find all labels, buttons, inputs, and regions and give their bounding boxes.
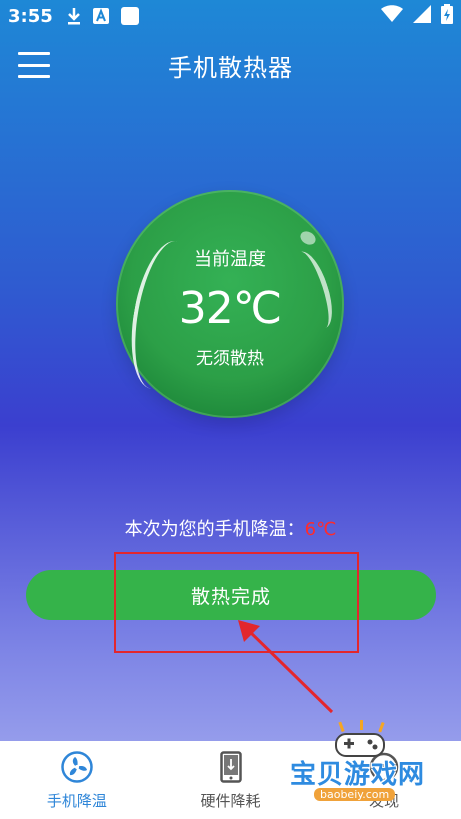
- page-title: 手机散热器: [168, 53, 293, 82]
- phone-icon: [219, 750, 242, 784]
- temperature-label: 当前温度: [194, 249, 266, 270]
- square-icon: [120, 7, 139, 25]
- cooling-message-text: 本次为您的手机降温：: [124, 519, 305, 540]
- temperature-status: 无须散热: [196, 349, 264, 369]
- download-icon: [67, 7, 81, 25]
- watermark-text: 宝贝游戏网: [290, 760, 426, 790]
- nav-item-phone-cooling[interactable]: 手机降温: [0, 741, 154, 819]
- signal-icon: [413, 4, 431, 28]
- status-bar: 3:55: [0, 0, 461, 32]
- temperature-ball: 当前温度 32℃ 无须散热: [116, 190, 344, 418]
- fan-icon: [61, 750, 93, 784]
- ball-gloss: [286, 247, 340, 333]
- arrow-icon: [238, 620, 334, 714]
- battery-icon: [441, 3, 453, 29]
- nav-label: 硬件降耗: [200, 791, 261, 810]
- wifi-icon: [381, 4, 403, 28]
- cooling-value: 6℃: [304, 519, 337, 540]
- menu-icon[interactable]: [18, 52, 50, 78]
- app-bar: 手机散热器: [0, 32, 461, 98]
- status-time: 3:55: [8, 5, 53, 27]
- cooling-message: 本次为您的手机降温：6℃: [0, 515, 461, 541]
- nav-label: 手机降温: [46, 791, 107, 810]
- watermark-url: baobeiy.com: [314, 788, 396, 801]
- ball-gloss: [298, 228, 318, 248]
- watermark-logo: 宝贝游戏网 baobeiy.com: [282, 720, 458, 816]
- a-icon: [92, 8, 109, 24]
